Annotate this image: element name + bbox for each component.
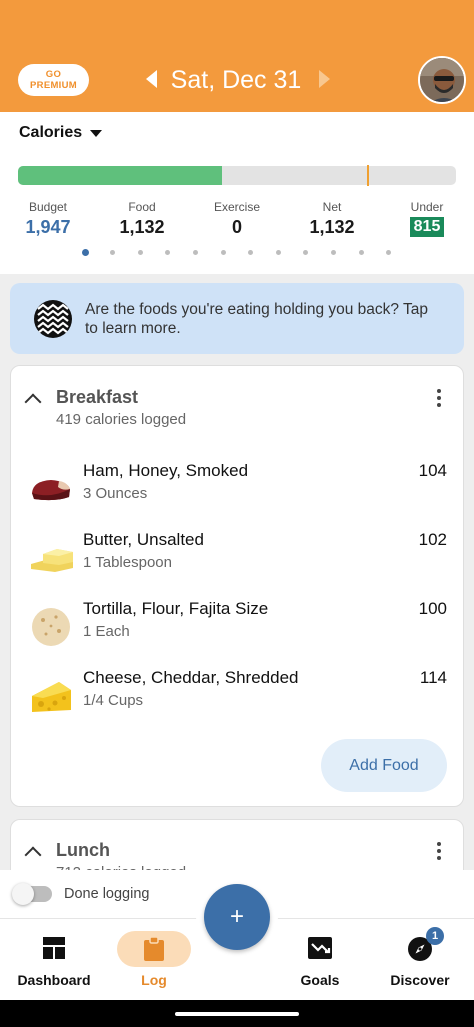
- next-day-icon[interactable]: [319, 70, 330, 88]
- chevron-up-icon[interactable]: [24, 846, 42, 864]
- food-row[interactable]: Butter, Unsalted 1 Tablespoon 102: [11, 530, 465, 590]
- page-dot[interactable]: [137, 250, 143, 255]
- food-row[interactable]: Tortilla, Flour, Fajita Size 1 Each 100: [11, 599, 465, 659]
- stat-exercise-label: Exercise: [213, 200, 260, 214]
- food-serving: 1 Each: [83, 623, 130, 640]
- stat-food-value: 1,132: [119, 217, 165, 237]
- stat-under: Under 815: [404, 200, 450, 237]
- notification-badge: 1: [426, 927, 444, 945]
- meal-title: Breakfast: [56, 387, 139, 407]
- zigzag-icon: [34, 300, 72, 338]
- ham-icon: [29, 469, 73, 509]
- stat-exercise-value: 0: [231, 217, 242, 237]
- food-calories: 104: [418, 461, 447, 480]
- budget-marker: [367, 165, 369, 186]
- avatar-image: [420, 58, 464, 102]
- nav-goals[interactable]: Goals: [270, 919, 370, 1001]
- meal-calories-logged: 419 calories logged: [56, 411, 187, 428]
- nav-goals-label: Goals: [300, 972, 340, 988]
- nav-dashboard[interactable]: Dashboard: [4, 919, 104, 1001]
- page-dot[interactable]: [330, 250, 336, 255]
- promo-text: Are the foods you're eating holding you …: [85, 301, 429, 337]
- page-dot[interactable]: [303, 250, 309, 255]
- meal-title: Lunch: [56, 840, 110, 860]
- tortilla-icon: [29, 607, 73, 647]
- food-diary-screen: GO PREMIUM Sat, Dec 31 Calories Budget 1…: [0, 0, 474, 1027]
- page-indicator[interactable]: [0, 249, 474, 258]
- compass-icon: 1: [408, 927, 444, 966]
- stat-exercise: Exercise 0: [207, 200, 267, 238]
- stat-budget: Budget 1,947: [22, 200, 74, 238]
- food-serving: 1/4 Cups: [83, 692, 144, 709]
- avatar[interactable]: [418, 56, 466, 104]
- clipboard-icon: [144, 936, 164, 966]
- stat-food: Food 1,132: [112, 200, 172, 238]
- page-dot[interactable]: [192, 250, 198, 255]
- app-header: GO PREMIUM Sat, Dec 31: [0, 0, 474, 112]
- page-dot[interactable]: [220, 250, 226, 255]
- food-name: Cheese, Cheddar, Shredded: [83, 668, 299, 687]
- calorie-stats: Budget 1,947 Food 1,132 Exercise 0 Net 1…: [0, 200, 474, 250]
- nav-log[interactable]: Log: [104, 919, 204, 1001]
- page-dot[interactable]: [358, 250, 364, 255]
- food-name: Butter, Unsalted: [83, 530, 204, 549]
- more-options-icon[interactable]: [437, 389, 441, 410]
- stat-under-label: Under: [410, 200, 444, 214]
- toggle-knob: [12, 883, 34, 905]
- nav-log-label: Log: [141, 972, 167, 988]
- cheese-icon: [29, 676, 73, 716]
- meal-card-breakfast: Breakfast 419 calories logged Ham, Honey…: [10, 365, 464, 807]
- chevron-down-icon: [90, 129, 103, 137]
- nav-dashboard-label: Dashboard: [17, 972, 91, 988]
- nav-discover-label: Discover: [390, 972, 450, 988]
- go-premium-button[interactable]: GO PREMIUM: [18, 64, 89, 96]
- food-calories: 114: [419, 668, 447, 687]
- food-calories: 102: [418, 530, 447, 549]
- add-food-button[interactable]: Add Food: [321, 739, 447, 792]
- done-logging-toggle[interactable]: [12, 883, 52, 905]
- stat-budget-label: Budget: [28, 200, 68, 214]
- previous-day-icon[interactable]: [146, 70, 157, 88]
- stat-net: Net 1,132: [302, 200, 362, 238]
- page-dot[interactable]: [110, 250, 116, 255]
- stat-food-label: Food: [128, 200, 156, 214]
- promo-banner[interactable]: Are the foods you're eating holding you …: [10, 283, 464, 354]
- page-dot[interactable]: [165, 250, 171, 255]
- food-calories: 100: [418, 599, 447, 618]
- butter-icon: [29, 538, 73, 578]
- page-dot[interactable]: [386, 250, 392, 255]
- add-entry-button[interactable]: +: [204, 884, 270, 950]
- page-dot[interactable]: [81, 249, 89, 256]
- metric-selector[interactable]: Calories: [19, 124, 103, 142]
- go-premium-label: GO PREMIUM: [30, 69, 77, 91]
- date-label[interactable]: Sat, Dec 31: [160, 66, 312, 95]
- stat-net-value: 1,132: [309, 217, 355, 237]
- system-home-bar: [0, 1000, 474, 1027]
- food-row[interactable]: Cheese, Cheddar, Shredded 1/4 Cups 114: [11, 668, 465, 728]
- calorie-progress-bar: [18, 166, 456, 185]
- page-dot[interactable]: [275, 250, 281, 255]
- home-indicator[interactable]: [175, 1012, 299, 1016]
- calorie-summary: Calories Budget 1,947 Food 1,132 Exercis…: [0, 112, 474, 274]
- stat-budget-value: 1,947: [25, 217, 71, 237]
- chevron-up-icon[interactable]: [24, 393, 42, 411]
- stat-net-label: Net: [322, 200, 342, 214]
- more-options-icon[interactable]: [437, 842, 441, 863]
- page-dot[interactable]: [248, 250, 254, 255]
- food-serving: 3 Ounces: [83, 485, 148, 502]
- stat-under-value: 815: [409, 217, 445, 237]
- dashboard-icon: [43, 937, 65, 964]
- food-name: Tortilla, Flour, Fajita Size: [83, 599, 269, 618]
- done-logging-label: Done logging: [64, 886, 150, 902]
- nav-discover[interactable]: 1 Discover: [370, 919, 470, 1001]
- goals-icon: [308, 937, 332, 964]
- food-row[interactable]: Ham, Honey, Smoked 3 Ounces 104: [11, 461, 465, 521]
- calorie-progress-fill: [18, 166, 222, 185]
- metric-selector-label: Calories: [19, 124, 83, 141]
- food-name: Ham, Honey, Smoked: [83, 461, 249, 480]
- food-serving: 1 Tablespoon: [83, 554, 172, 571]
